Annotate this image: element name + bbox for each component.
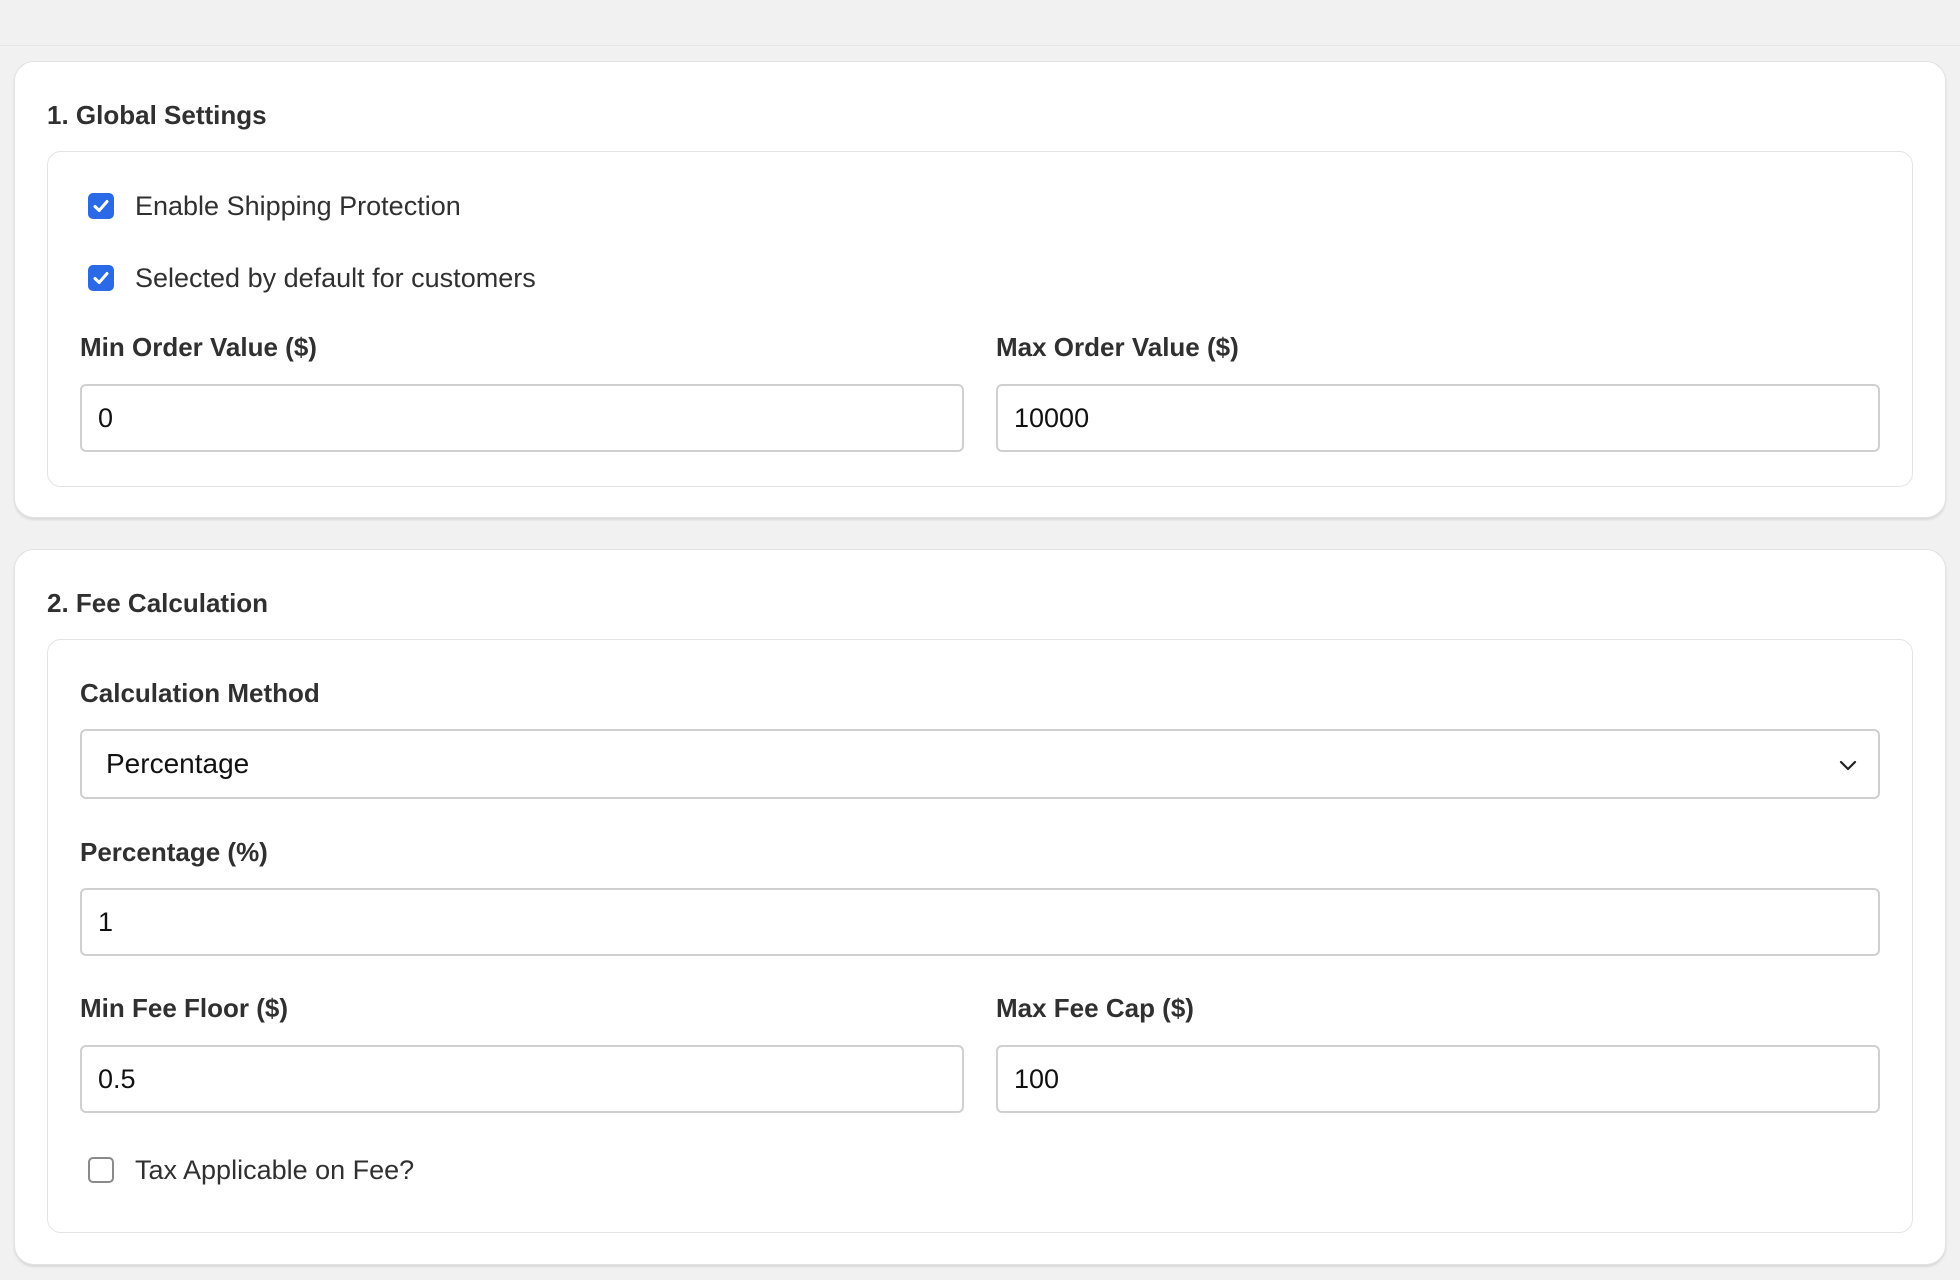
fee-calculation-card: 2. Fee Calculation Calculation Method Pe… — [14, 549, 1946, 1265]
enable-shipping-protection-label: Enable Shipping Protection — [135, 190, 461, 221]
tax-applicable-row[interactable]: Tax Applicable on Fee? — [88, 1154, 414, 1186]
fee-calculation-title: 2. Fee Calculation — [47, 588, 269, 618]
calculation-method-select[interactable]: Percentage — [80, 729, 1880, 799]
calculation-method-value: Percentage — [106, 748, 250, 779]
min-fee-floor-label: Min Fee Floor ($) — [80, 993, 288, 1023]
global-settings-panel: Enable Shipping Protection Selected by d… — [47, 151, 1913, 487]
percentage-input[interactable] — [80, 888, 1880, 956]
max-fee-cap-input[interactable] — [996, 1045, 1880, 1113]
tax-applicable-checkbox[interactable] — [88, 1157, 114, 1183]
min-order-value-label: Min Order Value ($) — [80, 332, 317, 362]
max-fee-cap-label: Max Fee Cap ($) — [996, 993, 1194, 1023]
selected-by-default-label: Selected by default for customers — [135, 262, 536, 293]
min-fee-floor-input[interactable] — [80, 1045, 964, 1113]
checkmark-icon — [93, 200, 109, 212]
max-order-value-label: Max Order Value ($) — [996, 332, 1239, 362]
min-order-value-input[interactable] — [80, 384, 964, 452]
percentage-label: Percentage (%) — [80, 837, 268, 867]
calculation-method-label: Calculation Method — [80, 678, 320, 708]
tax-applicable-label: Tax Applicable on Fee? — [135, 1154, 415, 1185]
enable-shipping-protection-checkbox[interactable] — [88, 193, 114, 219]
enable-shipping-protection-row[interactable]: Enable Shipping Protection — [88, 190, 461, 222]
chevron-down-icon — [1839, 760, 1857, 771]
selected-by-default-row[interactable]: Selected by default for customers — [88, 262, 536, 294]
top-bar — [0, 0, 1960, 46]
fee-calculation-panel: Calculation Method Percentage Percentage… — [47, 639, 1913, 1233]
global-settings-title: 1. Global Settings — [47, 100, 267, 130]
checkmark-icon — [93, 272, 109, 284]
selected-by-default-checkbox[interactable] — [88, 265, 114, 291]
global-settings-card: 1. Global Settings Enable Shipping Prote… — [14, 61, 1946, 518]
max-order-value-input[interactable] — [996, 384, 1880, 452]
